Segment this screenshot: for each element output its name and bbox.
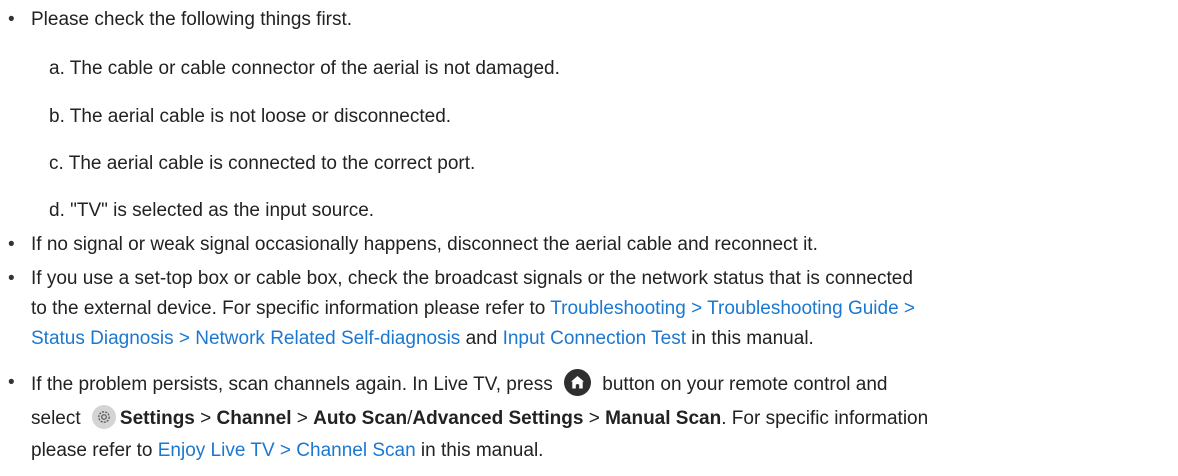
text-segment: in this manual. xyxy=(686,328,814,349)
link-troubleshooting-guide[interactable]: Troubleshooting > Troubleshooting Guide … xyxy=(550,298,915,319)
text-line: Status Diagnosis > Network Related Self-… xyxy=(31,324,1171,354)
sub-item-d: d. "TV" is selected as the input source. xyxy=(49,200,375,221)
text-segment: in this manual. xyxy=(415,440,544,461)
text-line: If the problem persists, scan channels a… xyxy=(31,368,1171,402)
path-separator: > xyxy=(583,408,606,429)
bullet-marker: • xyxy=(8,9,15,30)
path-separator: > xyxy=(291,408,314,429)
text-segment: and xyxy=(460,328,503,349)
bullet-text: If no signal or weak signal occasionally… xyxy=(31,234,818,255)
link-network-self-diagnosis[interactable]: Status Diagnosis > Network Related Self-… xyxy=(31,328,460,349)
text-segment: If you use a set-top box or cable box, c… xyxy=(31,268,913,289)
text-segment: to the external device. For specific inf… xyxy=(31,298,551,319)
text-line: please refer to Enjoy Live TV > Channel … xyxy=(31,436,1171,466)
menu-path-settings: Settings xyxy=(119,408,195,429)
sub-item-c: c. The aerial cable is connected to the … xyxy=(49,153,476,174)
link-input-connection-test[interactable]: Input Connection Test xyxy=(503,328,686,349)
path-separator: > xyxy=(194,408,217,429)
home-icon xyxy=(564,369,592,397)
gear-icon xyxy=(91,404,116,429)
document-page: • Please check the following things firs… xyxy=(0,0,1178,476)
text-segment: . For specific information xyxy=(721,408,929,429)
bullet-marker: • xyxy=(8,268,15,289)
bullet-marker: • xyxy=(8,372,15,393)
menu-path-manual-scan: Manual Scan xyxy=(605,408,722,429)
link-channel-scan[interactable]: Enjoy Live TV > Channel Scan xyxy=(158,440,416,461)
sub-item-a: a. The cable or cable connector of the a… xyxy=(49,58,560,79)
menu-path-auto-scan: Auto Scan xyxy=(313,408,408,429)
bullet-text: If the problem persists, scan channels a… xyxy=(31,368,1171,466)
text-segment: please refer to xyxy=(31,440,158,461)
bullet-marker: • xyxy=(8,234,15,255)
bullet-text: If you use a set-top box or cable box, c… xyxy=(31,264,1171,354)
text-segment: button on your remote control and xyxy=(597,374,888,395)
text-line: to the external device. For specific inf… xyxy=(31,294,1171,324)
sub-item-b: b. The aerial cable is not loose or disc… xyxy=(49,106,452,127)
bullet-text: Please check the following things first. xyxy=(31,9,353,30)
text-segment: select xyxy=(31,408,86,429)
menu-path-channel: Channel xyxy=(216,408,292,429)
menu-path-advanced-settings: Advanced Settings xyxy=(412,408,584,429)
text-line: select Settings > Channel > Auto Scan/Ad… xyxy=(31,402,1171,436)
text-segment: If the problem persists, scan channels a… xyxy=(31,374,559,395)
text-line: If you use a set-top box or cable box, c… xyxy=(31,264,1171,294)
